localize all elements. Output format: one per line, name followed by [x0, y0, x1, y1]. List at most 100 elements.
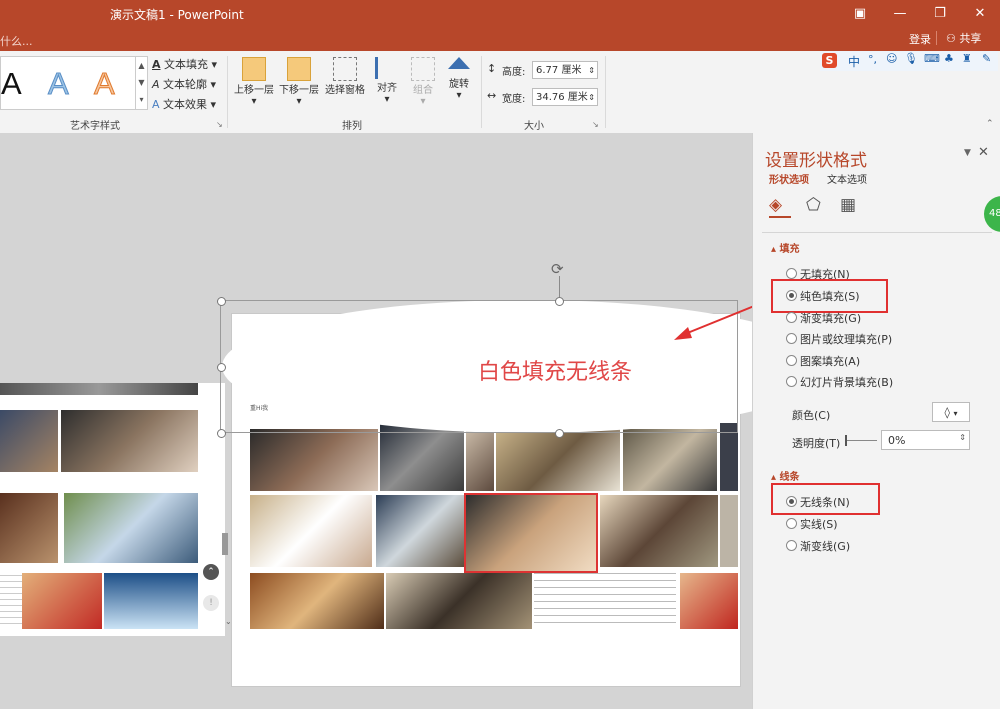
tell-me-search[interactable]: 什么... — [0, 33, 33, 49]
arrange-group-label: 排列 — [342, 121, 362, 132]
fill-color-dropdown[interactable]: ◊ ▾ — [932, 402, 970, 422]
divider — [762, 232, 992, 233]
slider-thumb[interactable] — [845, 435, 847, 446]
floating-badge[interactable]: 48 — [984, 196, 1000, 232]
photo — [386, 573, 532, 629]
share-label: 共享 — [959, 32, 982, 45]
text-fill-button[interactable]: A 文本填充 ▾ — [152, 56, 217, 72]
wordart-style-black[interactable]: A — [1, 66, 22, 102]
selection-pane-icon — [333, 57, 357, 81]
active-tab-underline — [769, 216, 791, 218]
photo — [376, 495, 464, 567]
keyboard-icon[interactable]: ⌨ — [924, 52, 940, 65]
mic-icon[interactable]: 🎙 — [904, 52, 918, 65]
photo — [720, 495, 738, 567]
tab-text-options[interactable]: 文本选项 — [827, 171, 867, 186]
line-option-label: 实线(S) — [800, 518, 838, 531]
wordart-gallery[interactable]: A A A ▲ ▼ ▾ — [0, 56, 148, 110]
photo — [0, 383, 198, 395]
dialog-launcher-icon[interactable]: ↘ — [216, 120, 223, 129]
close-button[interactable]: ✕ — [965, 4, 995, 24]
width-input[interactable]: 34.76 厘米 ⇕ — [532, 88, 598, 106]
photo — [250, 429, 378, 491]
text-effect-icon: A — [152, 98, 160, 111]
group-separator — [481, 56, 482, 128]
dialog-launcher-icon[interactable]: ↘ — [592, 120, 599, 129]
scrollbar-thumb[interactable] — [222, 533, 228, 555]
tab-shape-options[interactable]: 形状选项 — [769, 171, 809, 186]
rotate-button[interactable]: 旋转 ▾ — [444, 57, 474, 101]
width-icon: ↔ — [487, 89, 497, 102]
radio-icon — [786, 376, 797, 387]
send-backward-icon — [287, 57, 311, 81]
rotate-label: 旋转 — [449, 79, 469, 90]
share-button[interactable]: ⚇ 共享 — [946, 30, 981, 46]
login-link[interactable]: 登录 — [909, 31, 931, 47]
punctuation-icon[interactable]: °, — [868, 53, 877, 66]
resize-handle[interactable] — [217, 429, 226, 438]
fill-option-label: 图案填充(A) — [800, 355, 861, 368]
photo — [0, 410, 58, 472]
photo — [600, 495, 718, 567]
transparency-value: 0% — [888, 434, 906, 447]
text-outline-button[interactable]: A 文本轮廓 ▾ — [152, 76, 216, 92]
bring-forward-button[interactable]: 上移一层 ▾ — [232, 57, 276, 107]
ime-language[interactable]: 中 — [848, 53, 860, 70]
sogou-icon[interactable]: S — [822, 53, 837, 68]
emoji-icon[interactable]: ☺ — [886, 52, 897, 65]
photo — [250, 495, 372, 567]
collapse-ribbon-icon[interactable]: ⌃ — [986, 119, 994, 129]
align-button[interactable]: 对齐 ▾ — [372, 57, 402, 105]
height-input[interactable]: 6.77 厘米 ⇕ — [532, 61, 598, 79]
slide-left[interactable] — [0, 383, 228, 636]
photo — [61, 410, 198, 472]
rotate-handle-icon[interactable]: ⟳ — [551, 260, 564, 278]
scroll-up-button[interactable]: ⌃ — [203, 564, 219, 580]
size-properties-icon[interactable]: ▦ — [840, 195, 856, 215]
photo — [22, 573, 102, 629]
align-label: 对齐 — [377, 83, 397, 94]
wordart-style-blue[interactable]: A — [48, 66, 70, 102]
toolbox-icon[interactable]: ♣ — [944, 52, 954, 65]
fill-section-header[interactable]: ▴ 填充 — [771, 240, 800, 255]
text-effect-label: 文本效果 — [163, 98, 208, 111]
resize-handle[interactable] — [555, 297, 564, 306]
resize-handle[interactable] — [217, 297, 226, 306]
photo — [680, 573, 738, 629]
line-section-header[interactable]: ▴ 线条 — [771, 468, 800, 483]
effects-icon[interactable]: ⬠ — [806, 195, 821, 215]
ribbon-display-icon[interactable]: ▣ — [845, 4, 875, 24]
transparency-label: 透明度(T) — [792, 437, 841, 450]
group-separator — [605, 56, 606, 128]
text-outline-label: 文本轮廓 — [163, 78, 208, 91]
minimize-button[interactable]: — — [885, 4, 915, 24]
wordart-style-orange[interactable]: A — [94, 66, 116, 102]
resize-handle[interactable] — [555, 429, 564, 438]
pane-options-icon[interactable]: ▼ — [964, 148, 971, 158]
skin-icon[interactable]: ♜ — [962, 52, 972, 65]
transparency-slider[interactable] — [845, 440, 877, 441]
wordart-group-label: 艺术字样式 — [70, 121, 120, 132]
pane-close-icon[interactable]: ✕ — [978, 145, 989, 160]
highlight-box — [771, 279, 888, 313]
highlight-box — [771, 483, 880, 515]
selection-pane-button[interactable]: 选择窗格 — [322, 57, 368, 96]
info-icon[interactable]: ! — [203, 595, 219, 611]
wrench-icon[interactable]: ✎ — [982, 52, 991, 65]
badge-count: 48 — [984, 196, 1000, 232]
text-effect-button[interactable]: A 文本效果 ▾ — [152, 96, 216, 112]
fill-line-icon[interactable]: ◈ — [769, 195, 782, 215]
size-group-label: 大小 — [524, 121, 544, 132]
restore-button[interactable]: ❐ — [925, 4, 955, 24]
send-backward-button[interactable]: 下移一层 ▾ — [277, 57, 321, 107]
fill-option-label: 渐变填充(G) — [800, 312, 862, 325]
photo — [104, 573, 198, 629]
transparency-input[interactable]: 0% ⇕ — [881, 430, 970, 450]
group-button[interactable]: 组合 ▾ — [408, 57, 438, 107]
callout-text: 白色填充无线条 — [478, 360, 633, 385]
height-icon: ↕ — [487, 62, 497, 75]
resize-handle[interactable] — [217, 363, 226, 372]
divider — [936, 31, 937, 45]
gallery-scroll[interactable]: ▲ ▼ ▾ — [135, 57, 147, 109]
ime-toolbar: S 中 °, ☺ 🎙 ⌨ ♣ ♜ ✎ — [820, 51, 998, 71]
